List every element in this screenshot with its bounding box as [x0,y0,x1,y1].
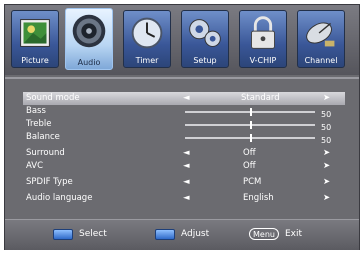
slider-knob[interactable] [250,134,252,142]
row-label: Balance [26,132,60,142]
tab-timer[interactable]: Timer [123,10,171,68]
left-arrow-icon[interactable]: ◄ [183,192,190,205]
right-arrow-icon[interactable]: ➤ [323,192,330,205]
adjust-hint: Adjust [181,229,210,239]
right-arrow-icon[interactable]: ➤ [323,147,330,160]
slider-knob[interactable] [250,121,252,129]
divider [5,77,359,79]
bass-slider[interactable] [185,108,315,116]
left-arrow-icon[interactable]: ◄ [183,160,190,173]
menu-row-balance[interactable]: Balance 50 [23,131,345,145]
select-hint: Select [79,229,107,239]
exit-hint: Exit [285,229,303,239]
row-label: Treble [26,119,52,129]
tab-label: Channel [304,56,338,65]
right-arrow-icon[interactable]: ➤ [323,160,330,173]
row-label: Surround [26,148,65,158]
tab-label: Timer [135,56,159,65]
row-label: Sound mode [26,93,80,103]
menu-key[interactable]: Menu [249,228,279,240]
leftright-arrows-icon [155,229,175,240]
menu-row-audio-language[interactable]: Audio language ◄ English ➤ [23,192,345,205]
tab-audio[interactable]: Audio [65,8,113,70]
row-label: Audio language [26,193,93,203]
tab-label: Picture [21,56,49,65]
tv-osd-window: Picture Audio Timer Setup V-CHIP Channel… [4,4,360,250]
menu-row-surround[interactable]: Surround ◄ Off ➤ [23,147,345,160]
treble-slider[interactable] [185,121,315,129]
row-value: Off [243,148,256,158]
tab-channel[interactable]: Channel [297,10,345,68]
tab-picture[interactable]: Picture [11,10,59,68]
lock-icon [251,16,275,49]
speaker-icon [72,14,106,48]
row-label: AVC [26,161,44,171]
satellite-icon [306,22,335,47]
menu-row-avc[interactable]: AVC ◄ Off ➤ [23,160,345,173]
footer-help-bar: Select Adjust Menu Exit [5,219,359,250]
row-value: English [243,193,274,203]
tab-label: V-CHIP [249,56,277,65]
right-arrow-icon[interactable]: ➤ [323,176,330,189]
tab-label: Setup [193,56,217,65]
menu-row-sound-mode[interactable]: Sound mode ◄ Standard ➤ [23,92,345,105]
row-value: PCM [243,177,262,187]
balance-slider[interactable] [185,134,315,142]
tab-vchip[interactable]: V-CHIP [239,10,287,68]
audio-menu: Sound mode ◄ Standard ➤ Bass 50 Treble 5… [5,81,359,215]
left-arrow-icon[interactable]: ◄ [183,147,190,160]
tab-label: Audio [77,58,101,67]
row-value: Standard [241,93,280,103]
updown-arrows-icon [53,229,73,240]
slider-knob[interactable] [250,108,252,116]
menu-row-bass[interactable]: Bass 50 [23,105,345,119]
picture-icon [20,19,50,47]
right-arrow-icon[interactable]: ➤ [323,92,330,105]
left-arrow-icon[interactable]: ◄ [183,176,190,189]
row-label: Bass [26,106,46,116]
timer-icon [131,17,163,49]
row-label: SPDIF Type [26,177,73,187]
menu-row-spdif-type[interactable]: SPDIF Type ◄ PCM ➤ [23,176,345,189]
left-arrow-icon[interactable]: ◄ [183,92,190,105]
tab-setup[interactable]: Setup [181,10,229,68]
row-number: 50 [321,136,332,145]
row-value: Off [243,161,256,171]
tab-bar: Picture Audio Timer Setup V-CHIP Channel [5,5,359,75]
menu-row-treble[interactable]: Treble 50 [23,118,345,132]
gears-icon [189,19,221,47]
